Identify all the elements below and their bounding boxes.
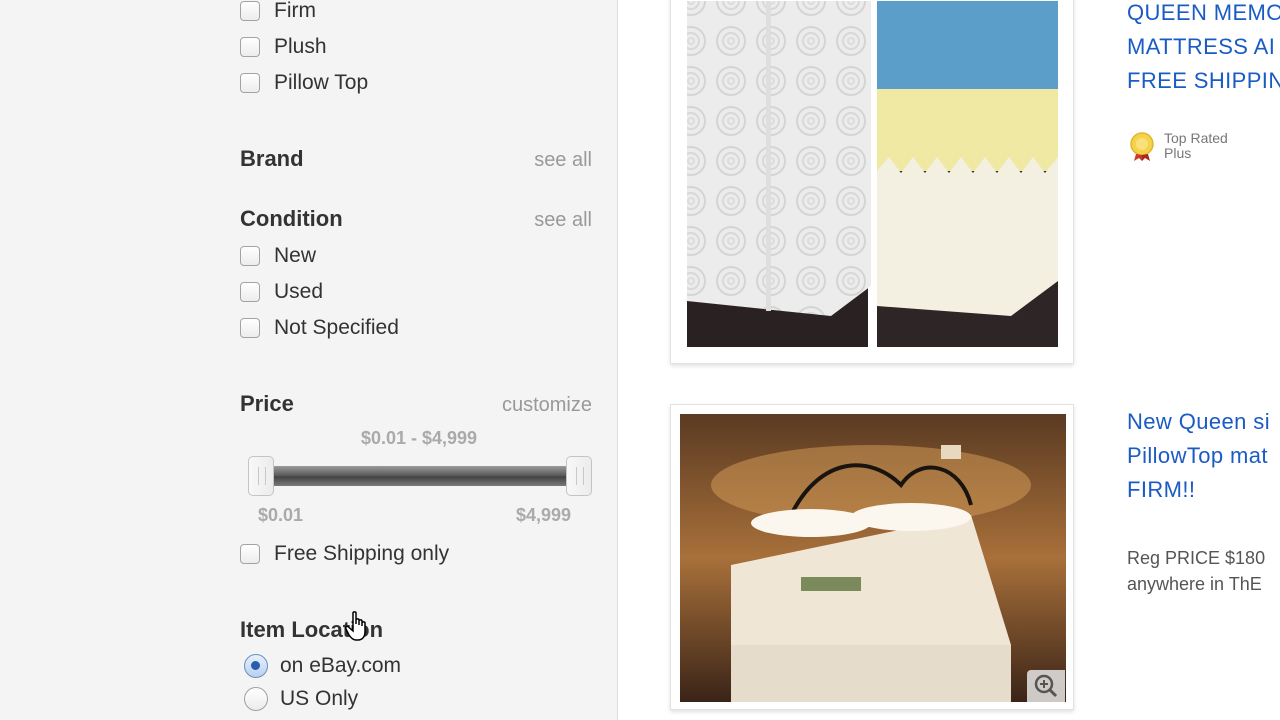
result-2-thumbnail[interactable]: [670, 404, 1074, 710]
condition-title: Condition: [240, 206, 343, 231]
used-label: Used: [274, 280, 324, 303]
zoom-button[interactable]: [1027, 670, 1065, 702]
price-range-text: $0.01 - $4,999: [360, 428, 478, 448]
price-slider-max-handle[interactable]: [566, 456, 592, 496]
price-max-label: $4,999: [516, 505, 572, 525]
filter-condition-not-specified[interactable]: Not Specified: [240, 313, 399, 343]
firm-checkbox[interactable]: [240, 1, 260, 21]
condition-facet-header: Condition see all: [240, 206, 592, 232]
brand-title: Brand: [240, 146, 304, 171]
result-1-title-line-2[interactable]: MATTRESS AI: [1127, 30, 1280, 64]
result-1-title-line-3[interactable]: FREE SHIPPIN: [1127, 64, 1280, 98]
result-2-title-line-1[interactable]: New Queen si: [1127, 405, 1280, 439]
ebay-com-radio[interactable]: [244, 654, 268, 678]
filter-plush[interactable]: Plush: [240, 32, 327, 62]
result-2-title-line-2[interactable]: PillowTop mat: [1127, 439, 1280, 473]
filter-condition-used[interactable]: Used: [240, 277, 323, 307]
price-facet-header: Price customize: [240, 391, 592, 417]
us-only-label: US Only: [280, 687, 359, 710]
location-ebay-com[interactable]: on eBay.com: [238, 651, 401, 681]
price-slider-min-handle[interactable]: [248, 456, 274, 496]
filter-firm[interactable]: Firm: [240, 0, 316, 26]
used-checkbox[interactable]: [240, 282, 260, 302]
price-min-label: $0.01: [258, 505, 304, 525]
price-slider[interactable]: [248, 456, 592, 496]
filter-free-shipping[interactable]: Free Shipping only: [240, 539, 449, 569]
not-specified-checkbox[interactable]: [240, 318, 260, 338]
price-title: Price: [240, 391, 294, 416]
free-shipping-label: Free Shipping only: [274, 542, 450, 565]
result-1-title-line-1[interactable]: QUEEN MEMO: [1127, 0, 1280, 30]
result-2-description: Reg PRICE $180 anywhere in ThE: [1127, 545, 1280, 597]
brand-facet-header: Brand see all: [240, 146, 592, 172]
filter-pillow-top[interactable]: Pillow Top: [240, 68, 368, 98]
plush-label: Plush: [274, 35, 327, 58]
zoom-in-icon: [1034, 674, 1058, 698]
price-customize-link[interactable]: customize: [502, 394, 592, 417]
filter-condition-new[interactable]: New: [240, 241, 316, 271]
price-slider-range: [270, 466, 570, 486]
item-location-facet-header: Item Location: [240, 617, 592, 643]
top-rated-line-1: Top Rated: [1164, 130, 1228, 146]
new-checkbox[interactable]: [240, 246, 260, 266]
plush-checkbox[interactable]: [240, 37, 260, 57]
result-2-desc-line-2: anywhere in ThE: [1127, 574, 1262, 594]
hand-cursor-icon: [345, 611, 366, 641]
ebay-com-label: on eBay.com: [280, 654, 402, 677]
top-rated-plus-badge: Top Rated Plus: [1126, 130, 1228, 162]
medal-icon: [1130, 132, 1154, 161]
showroom-bed-image: [680, 414, 1066, 702]
not-specified-label: Not Specified: [274, 316, 399, 339]
top-rated-line-2: Plus: [1164, 145, 1192, 161]
result-2-title-line-3[interactable]: FIRM!!: [1127, 473, 1280, 507]
filter-sidebar: [0, 0, 618, 720]
free-shipping-checkbox[interactable]: [240, 544, 260, 564]
brand-see-all-link[interactable]: see all: [534, 149, 592, 172]
new-label: New: [274, 244, 317, 267]
firm-label: Firm: [274, 0, 316, 22]
us-only-radio[interactable]: [244, 687, 268, 711]
location-us-only[interactable]: US Only: [238, 684, 358, 714]
pillow-top-label: Pillow Top: [274, 71, 369, 94]
mattress-cross-section-image: [687, 1, 1058, 347]
pillow-top-checkbox[interactable]: [240, 73, 260, 93]
result-2-desc-line-1: Reg PRICE $180: [1127, 548, 1266, 568]
condition-see-all-link[interactable]: see all: [534, 209, 592, 232]
result-1-thumbnail[interactable]: [670, 0, 1074, 364]
